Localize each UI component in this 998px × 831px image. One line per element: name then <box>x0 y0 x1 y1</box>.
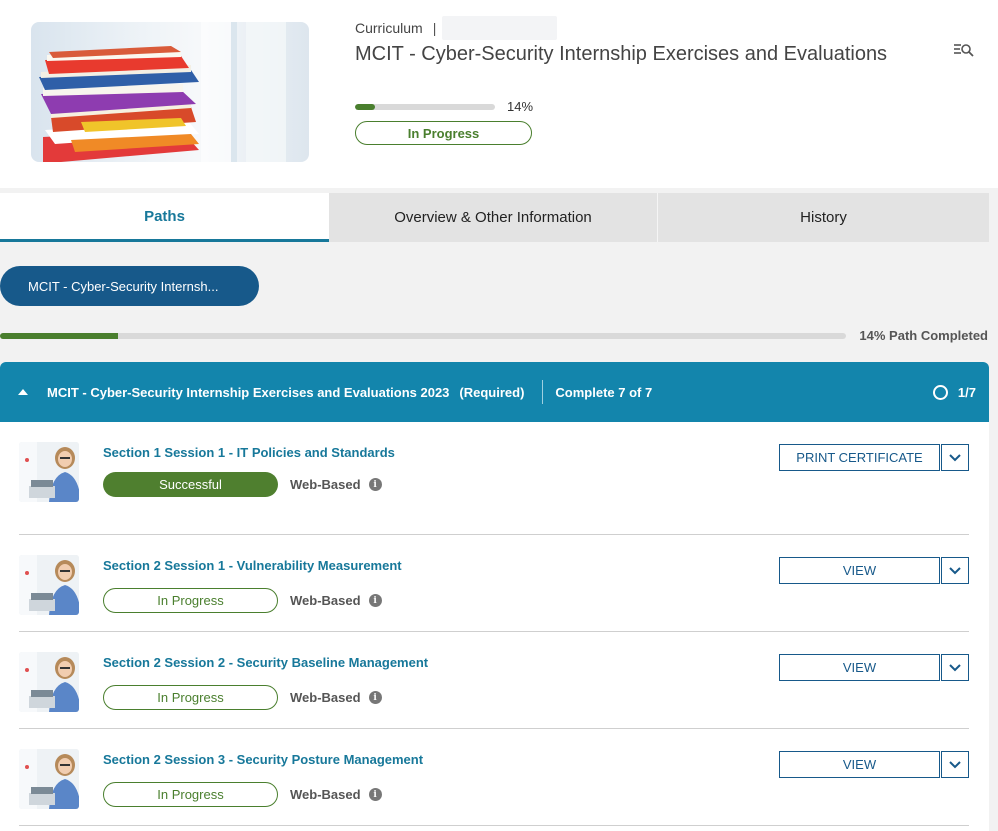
person-laptop-image <box>19 652 79 712</box>
course-thumbnail <box>31 22 309 162</box>
person-laptop-image <box>19 749 79 809</box>
view-button[interactable]: VIEW <box>779 557 940 584</box>
item-title-link[interactable]: Section 2 Session 2 - Security Baseline … <box>103 655 428 670</box>
item-type-label: Web-Based <box>290 477 361 492</box>
item-thumbnail <box>19 652 79 712</box>
info-icon[interactable]: i <box>368 788 382 801</box>
item-status-badge: In Progress <box>103 782 278 807</box>
item-thumbnail <box>19 749 79 809</box>
item-type: Web-Based i <box>290 593 382 608</box>
item-type: Web-Based i <box>290 690 382 705</box>
learning-item-list: Section 1 Session 1 - IT Policies and St… <box>0 422 989 831</box>
info-icon[interactable]: i <box>368 691 382 704</box>
chevron-down-icon[interactable] <box>941 751 969 778</box>
item-type-label: Web-Based <box>290 787 361 802</box>
item-title-link[interactable]: Section 2 Session 1 - Vulnerability Meas… <box>103 558 402 573</box>
list-search-icon[interactable] <box>952 40 976 60</box>
book-stack-image <box>39 22 286 162</box>
tab-bar: Paths Overview & Other Information Histo… <box>0 193 989 242</box>
person-laptop-image <box>19 442 79 502</box>
breadcrumb-redacted <box>442 16 558 40</box>
tab-overview[interactable]: Overview & Other Information <box>329 193 658 242</box>
item-type-label: Web-Based <box>290 690 361 705</box>
item-divider <box>19 631 969 632</box>
item-type: Web-Based i <box>290 787 382 802</box>
view-button[interactable]: VIEW <box>779 654 940 681</box>
item-status-badge: In Progress <box>103 685 278 710</box>
person-laptop-image <box>19 555 79 615</box>
item-type-label: Web-Based <box>290 593 361 608</box>
section-count-label: 1/7 <box>957 384 976 400</box>
collapse-caret-icon[interactable] <box>18 389 28 395</box>
breadcrumb-label: Curriculum <box>355 20 423 36</box>
chevron-down-icon[interactable] <box>941 557 969 584</box>
course-progress-bar <box>355 104 495 110</box>
info-icon[interactable]: i <box>368 478 382 491</box>
section-required-label: (Required) <box>459 384 525 400</box>
section-divider <box>542 380 544 404</box>
path-progress-label: 14% Path Completed <box>859 328 988 343</box>
path-progress-fill <box>0 333 119 339</box>
section-complete-label: Complete 7 of 7 <box>555 384 653 400</box>
chevron-down-icon[interactable] <box>941 444 969 471</box>
course-progress-percent: 14% <box>507 99 534 114</box>
breadcrumb: Curriculum | <box>355 16 558 40</box>
tab-paths[interactable]: Paths <box>0 193 329 242</box>
breadcrumb-separator: | <box>432 20 437 36</box>
course-status-badge: In Progress <box>355 121 532 145</box>
item-divider <box>19 534 969 535</box>
path-selector-button[interactable]: MCIT - Cyber-Security Internsh... <box>0 266 259 306</box>
info-icon[interactable]: i <box>368 594 382 607</box>
item-type: Web-Based i <box>290 477 382 492</box>
item-divider <box>19 825 969 826</box>
path-progress-bar <box>0 333 846 339</box>
item-title-link[interactable]: Section 2 Session 3 - Security Posture M… <box>103 752 423 767</box>
item-divider <box>19 728 969 729</box>
item-status-badge: Successful <box>103 472 278 497</box>
page-title: MCIT - Cyber-Security Internship Exercis… <box>355 43 888 65</box>
course-progress-fill <box>355 104 375 110</box>
section-header: MCIT - Cyber-Security Internship Exercis… <box>0 362 989 422</box>
item-thumbnail <box>19 442 79 502</box>
item-thumbnail <box>19 555 79 615</box>
section-count: 1/7 <box>932 384 976 400</box>
course-header: Curriculum | MCIT - Cyber-Security Inter… <box>0 0 998 188</box>
view-button[interactable]: VIEW <box>779 751 940 778</box>
print-certificate-button[interactable]: PRINT CERTIFICATE <box>779 444 940 471</box>
item-status-badge: In Progress <box>103 588 278 613</box>
chevron-down-icon[interactable] <box>941 654 969 681</box>
circle-status-icon <box>932 384 948 400</box>
item-title-link[interactable]: Section 1 Session 1 - IT Policies and St… <box>103 445 395 460</box>
tab-history[interactable]: History <box>658 193 989 242</box>
section-name: MCIT - Cyber-Security Internship Exercis… <box>47 384 450 400</box>
